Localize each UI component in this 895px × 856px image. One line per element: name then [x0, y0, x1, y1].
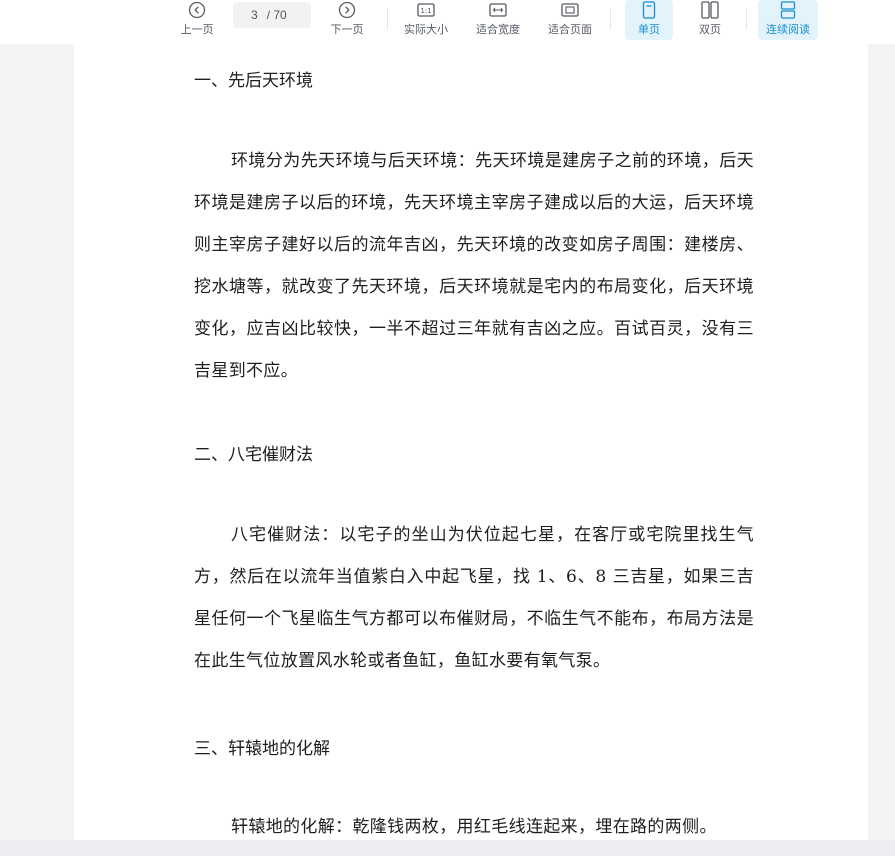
toolbar-divider — [746, 8, 747, 30]
double-page-label: 双页 — [699, 23, 721, 36]
continuous-reading-label: 连续阅读 — [766, 23, 810, 36]
total-pages-text: / 70 — [266, 8, 287, 22]
actual-size-label: 实际大小 — [404, 23, 448, 36]
prev-page-button[interactable]: 上一页 — [175, 0, 219, 40]
document-page: 一、先后天环境 环境分为先天环境与后天环境：先天环境是建房子之前的环境，后天环境… — [74, 44, 868, 840]
next-page-label: 下一页 — [330, 23, 364, 36]
fit-page-button[interactable]: 适合页面 — [542, 0, 598, 40]
fit-page-icon — [561, 0, 579, 20]
viewer-toolbar: 上一页 3 / 70 下一页 1:1 实际大小 适合宽度 适合页面 单页 双页 … — [0, 0, 895, 44]
single-page-button[interactable]: 单页 — [625, 0, 673, 40]
fit-width-label: 适合宽度 — [476, 23, 520, 36]
document-viewport[interactable]: 一、先后天环境 环境分为先天环境与后天环境：先天环境是建房子之前的环境，后天环境… — [0, 44, 895, 840]
section-heading: 三、轩辕地的化解 — [194, 739, 330, 759]
section-heading: 一、先后天环境 — [194, 71, 313, 91]
fit-page-label: 适合页面 — [548, 23, 592, 36]
single-page-icon — [642, 0, 656, 20]
current-page-value[interactable]: 3 — [251, 8, 258, 22]
page-number-input[interactable]: 3 / 70 — [233, 2, 311, 28]
horizontal-scrollbar[interactable] — [0, 840, 895, 856]
fit-width-icon — [489, 0, 507, 20]
section-paragraph: 环境分为先天环境与后天环境：先天环境是建房子之前的环境，后天环境是建房子以后的环… — [194, 151, 754, 381]
chevron-left-circle-icon — [188, 0, 206, 20]
actual-size-icon: 1:1 — [417, 0, 435, 20]
fit-width-button[interactable]: 适合宽度 — [470, 0, 526, 40]
actual-size-button[interactable]: 1:1 实际大小 — [398, 0, 454, 40]
single-page-label: 单页 — [638, 23, 660, 36]
section-paragraph: 轩辕地的化解：乾隆钱两枚，用红毛线连起来，埋在路的两侧。 — [231, 817, 717, 837]
continuous-reading-icon — [780, 0, 796, 20]
continuous-reading-button[interactable]: 连续阅读 — [758, 0, 818, 40]
next-page-button[interactable]: 下一页 — [325, 0, 369, 40]
section-heading: 二、八宅催财法 — [194, 445, 313, 465]
prev-page-label: 上一页 — [180, 23, 214, 36]
svg-text:1:1: 1:1 — [420, 7, 431, 15]
double-page-icon — [701, 0, 719, 20]
double-page-button[interactable]: 双页 — [686, 0, 734, 40]
section-paragraph: 八宅催财法：以宅子的坐山为伏位起七星，在客厅或宅院里找生气方，然后在以流年当值紫… — [194, 525, 754, 671]
toolbar-divider — [387, 8, 388, 30]
chevron-right-circle-icon — [338, 0, 356, 20]
toolbar-divider — [610, 8, 611, 30]
